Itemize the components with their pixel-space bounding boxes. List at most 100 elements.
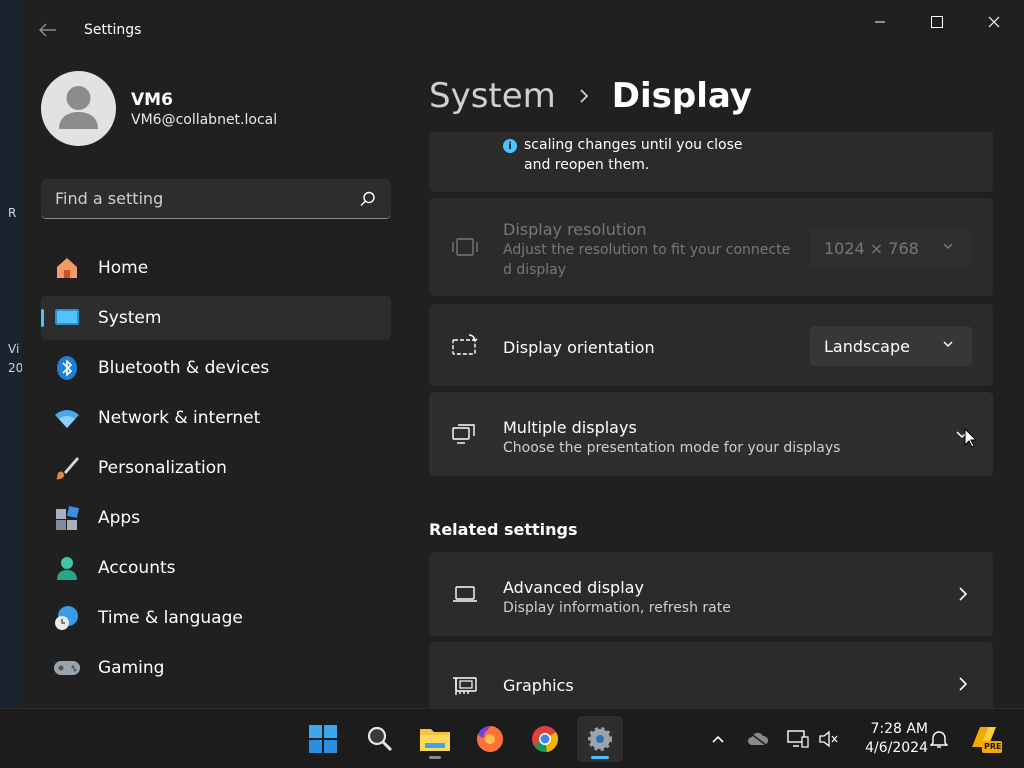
info-icon: i <box>503 139 517 153</box>
taskbar-clock[interactable]: 7:28 AM 4/6/2024 <box>848 720 928 758</box>
chevron-right-icon <box>959 677 968 691</box>
network-icon <box>787 730 809 748</box>
notifications-button[interactable] <box>927 727 951 751</box>
desktop-edge-text: 20 <box>8 361 24 375</box>
desktop-edge-text: R <box>8 206 17 220</box>
wifi-icon <box>53 404 81 432</box>
app-title: Settings <box>84 22 142 38</box>
section-title: Related settings <box>429 520 578 539</box>
sidebar-item-label: Gaming <box>98 658 165 678</box>
settings-window: Settings VM6 VM6@collabnet.local Find a … <box>22 0 1024 708</box>
volume-muted-icon <box>819 730 838 748</box>
multiple-displays-icon <box>451 420 479 448</box>
start-icon <box>309 725 337 753</box>
graphics-card-icon <box>451 672 479 700</box>
card-subtitle: Choose the presentation mode for your di… <box>503 440 841 456</box>
clock-date: 4/6/2024 <box>865 740 928 756</box>
desktop-edge-text: Vi <box>8 342 20 356</box>
taskbar-search-button[interactable] <box>357 716 403 762</box>
breadcrumb-system[interactable]: System <box>429 76 556 116</box>
sidebar-item-bluetooth[interactable]: Bluetooth & devices <box>41 346 391 390</box>
card-title: Graphics <box>503 676 574 695</box>
card-subtitle: Adjust the resolution to fit your connec… <box>503 242 791 258</box>
bell-icon <box>930 731 948 748</box>
scale-card: i scaling changes until you close and re… <box>429 132 993 192</box>
sidebar-item-accounts[interactable]: Accounts <box>41 546 391 590</box>
resolution-icon <box>451 233 479 261</box>
close-button[interactable] <box>974 8 1014 36</box>
graphics-card[interactable]: Graphics <box>429 642 993 708</box>
back-button[interactable] <box>36 18 60 42</box>
file-explorer-icon <box>420 729 450 751</box>
card-title: Advanced display <box>503 578 644 597</box>
onedrive-tray-icon[interactable] <box>746 727 770 751</box>
chevron-right-icon <box>959 587 968 601</box>
copilot-preview-button[interactable]: PRE <box>968 723 1002 755</box>
breadcrumb: System Display <box>429 74 752 118</box>
volume-tray-icon[interactable] <box>817 727 841 751</box>
card-subtitle: d display <box>503 262 567 278</box>
bluetooth-icon <box>53 354 81 382</box>
taskbar-file-explorer[interactable] <box>412 716 458 762</box>
user-icon <box>59 86 98 129</box>
sidebar-item-label: Personalization <box>98 458 227 478</box>
search-icon[interactable] <box>359 190 377 208</box>
search-input[interactable] <box>41 179 351 217</box>
sidebar-item-label: Time & language <box>98 608 243 628</box>
sidebar-item-home[interactable]: Home <box>41 246 391 290</box>
card-title: Display orientation <box>503 338 655 357</box>
settings-scroll-area[interactable]: i scaling changes until you close and re… <box>429 132 999 708</box>
accounts-icon <box>53 554 81 582</box>
chevron-down-icon <box>943 341 953 347</box>
clock-time: 7:28 AM <box>870 721 928 737</box>
show-hidden-icons-button[interactable] <box>706 727 730 751</box>
apps-icon <box>53 504 81 532</box>
display-resolution-card: Display resolution Adjust the resolution… <box>429 198 993 296</box>
running-indicator <box>591 756 609 759</box>
sidebar-item-network[interactable]: Network & internet <box>41 396 391 440</box>
avatar[interactable] <box>41 71 116 146</box>
sidebar-item-gaming[interactable]: Gaming <box>41 646 391 690</box>
sidebar: VM6 VM6@collabnet.local Home System <box>22 48 412 708</box>
sidebar-item-label: System <box>98 308 162 328</box>
user-email: VM6@collabnet.local <box>131 112 278 128</box>
taskbar-chrome[interactable] <box>522 716 568 762</box>
resolution-dropdown: 1024 × 768 <box>810 228 972 268</box>
nav-list: Home System Bluetooth & devices Network … <box>41 246 391 696</box>
sidebar-item-personalization[interactable]: Personalization <box>41 446 391 490</box>
orientation-dropdown[interactable]: Landscape <box>810 326 972 366</box>
sidebar-item-system[interactable]: System <box>41 296 391 340</box>
sidebar-item-apps[interactable]: Apps <box>41 496 391 540</box>
laptop-icon <box>451 580 479 608</box>
taskbar-settings[interactable] <box>577 716 623 762</box>
multiple-displays-card[interactable]: Multiple displays Choose the presentatio… <box>429 392 993 476</box>
page-title: Display <box>611 76 752 116</box>
orientation-icon <box>451 331 479 359</box>
maximize-button[interactable] <box>917 8 957 36</box>
card-title: Display resolution <box>503 220 647 239</box>
network-tray-icon[interactable] <box>786 727 810 751</box>
chevron-right-icon <box>578 87 590 105</box>
title-bar: Settings <box>22 0 1024 48</box>
minimize-button[interactable] <box>860 8 900 36</box>
dropdown-value: 1024 × 768 <box>824 238 919 258</box>
scaling-note: scaling changes until you close and reop… <box>524 137 743 173</box>
chrome-icon <box>532 726 559 753</box>
clock-globe-icon <box>53 604 81 632</box>
display-orientation-card: Display orientation Landscape <box>429 304 993 386</box>
maximize-icon <box>931 16 943 28</box>
user-name: VM6 <box>131 90 173 110</box>
sidebar-item-time-language[interactable]: Time & language <box>41 596 391 640</box>
chevron-down-icon <box>943 243 953 249</box>
system-icon <box>53 304 81 332</box>
sidebar-item-label: Accounts <box>98 558 176 578</box>
gamepad-icon <box>53 654 81 682</box>
card-title: Multiple displays <box>503 418 637 437</box>
search-icon <box>367 726 393 752</box>
advanced-display-card[interactable]: Advanced display Display information, re… <box>429 552 993 636</box>
taskbar-firefox[interactable] <box>467 716 513 762</box>
home-icon <box>53 254 81 282</box>
start-button[interactable] <box>300 716 346 762</box>
sidebar-item-label: Home <box>98 258 149 278</box>
card-subtitle: Display information, refresh rate <box>503 600 731 616</box>
